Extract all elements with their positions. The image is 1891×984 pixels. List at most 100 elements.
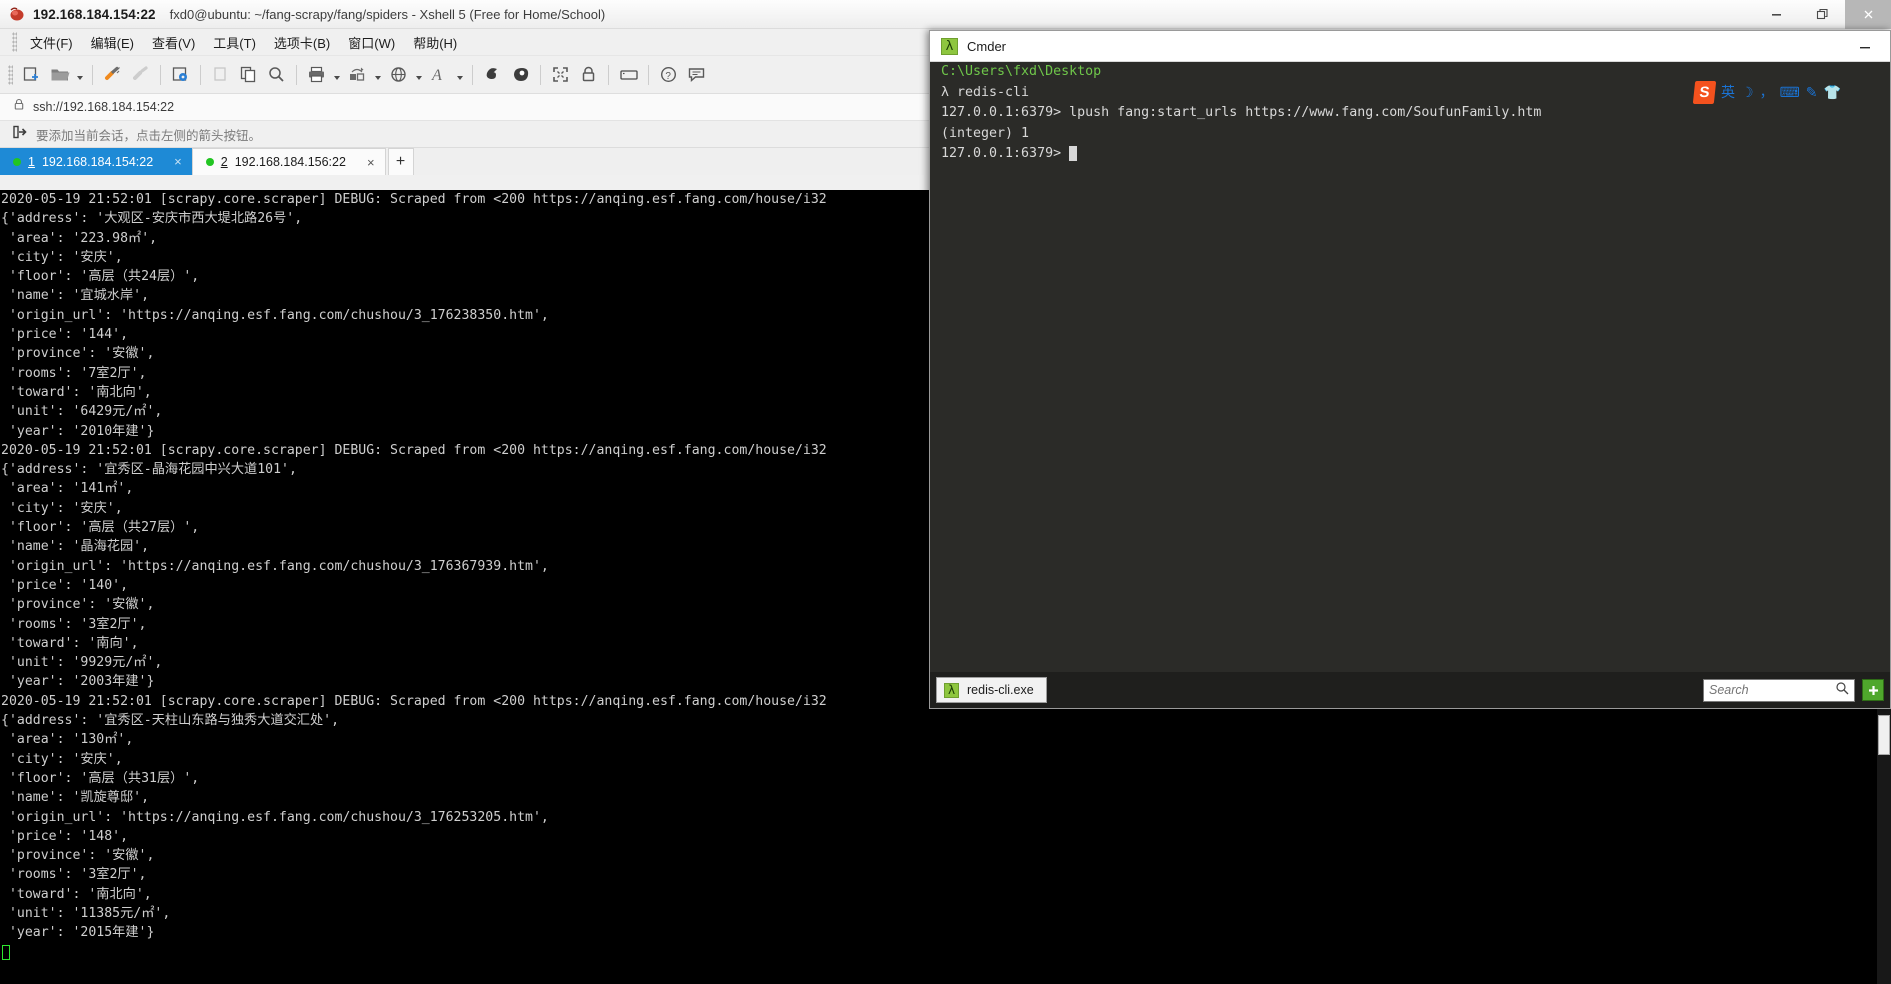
new-session-icon[interactable] [18,61,45,89]
toolbar-separator [296,64,297,85]
menu-tools[interactable]: 工具(T) [204,30,265,55]
cmder-terminal[interactable]: C:\Users\fxd\Desktop λ redis-cli 127.0.0.1… [930,62,1890,672]
font-dropdown-icon[interactable] [454,61,466,89]
terminal-line: 'unit': '11385元/㎡', [1,905,171,921]
svg-text:?: ? [665,71,671,82]
file-transfer-dropdown-icon[interactable] [372,61,384,89]
ime-keyboard-icon[interactable]: ⌨ [1780,84,1800,101]
close-button[interactable] [1845,0,1891,29]
add-session-icon[interactable] [13,125,27,144]
ime-punctuation-icon[interactable]: ， [1760,82,1774,102]
open-folder-dropdown-icon[interactable] [74,61,86,89]
menubar-gripper[interactable] [12,32,17,52]
menu-file[interactable]: 文件(F) [21,30,82,55]
new-tab-button[interactable]: + [387,148,414,175]
print-icon[interactable] [303,61,330,89]
tab-2-number: 2 [220,155,228,169]
ime-handwriting-icon[interactable]: ✎ [1806,84,1818,101]
toolbar-separator [648,64,649,85]
terminal-scrollbar-thumb[interactable] [1878,715,1890,755]
lambda-icon: λ [941,37,958,55]
terminal-prompt-line [0,943,1891,962]
globe-dropdown-icon[interactable] [413,61,425,89]
menu-view[interactable]: 查看(V) [143,30,204,55]
restore-button[interactable] [1799,0,1845,29]
cmder-cursor [1069,146,1078,162]
sidebar-item-tab-2[interactable]: 2 192.168.184.156:22 × [191,148,386,175]
tab-2-close-icon[interactable]: × [353,155,375,170]
tab-1-number: 1 [28,154,35,169]
cmder-title: Cmder [967,38,1007,54]
fullscreen-icon[interactable] [547,61,574,89]
terminal-line: 'price': '148', [1,828,129,844]
search-icon[interactable] [1835,681,1849,700]
cmder-statusbar: λ redis-cli.exe [930,672,1890,708]
sogou-logo-icon[interactable]: S [1692,80,1717,104]
globe-icon[interactable] [385,61,412,89]
cmder-window: λ Cmder C:\Users\fxd\Desktop λ redis-cli 1… [929,30,1891,709]
cmder-titlebar: λ Cmder [930,31,1890,62]
toolbar-separator [540,64,541,85]
sogou-ime-bar[interactable]: S 英 ☽ ， ⌨ ✎ 👕 [1690,79,1845,105]
terminal-line: 'city': '安庆', [1,751,123,767]
terminal-line: {'address': '宜秀区-天柱山东路与独秀大道交汇处', [1,713,340,729]
menu-tabs[interactable]: 选项卡(B) [265,30,339,55]
cmder-line: 127.0.0.1:6379> lpush fang:start_urls ht… [941,105,1542,121]
xshell-titlebar: 192.168.184.154:22 fxd0@ubuntu: ~/fang-s… [0,0,1891,29]
cmder-search-box[interactable] [1703,678,1855,702]
disconnect-icon [127,61,154,89]
lambda-icon: λ [944,682,959,698]
ime-skin-icon[interactable]: 👕 [1824,84,1841,101]
toolbar-separator [92,64,93,85]
menu-help[interactable]: 帮助(H) [404,30,466,55]
cmder-line: 127.0.0.1:6379> [930,144,1890,165]
font-icon[interactable]: A [426,61,453,89]
ime-mode-english[interactable]: 英 [1721,82,1735,102]
toolbar-gripper[interactable] [8,64,13,85]
copy-session-icon [207,61,234,89]
terminal-line: 'rooms': '3室2厅', [1,867,147,883]
tab-1-close-icon[interactable]: × [160,154,182,169]
cmder-tab-label: redis-cli.exe [967,683,1034,697]
file-transfer-icon[interactable] [344,61,371,89]
screen: 192.168.184.154:22 fxd0@ubuntu: ~/fang-s… [0,0,1891,984]
terminal-line: 'area': '130㎡', [1,732,134,748]
find-icon[interactable] [263,61,290,89]
open-folder-icon[interactable] [46,61,73,89]
cmder-new-tab-button[interactable] [1862,679,1884,701]
print-dropdown-icon[interactable] [331,61,343,89]
cmder-line: (integer) 1 [941,125,1030,141]
menu-edit[interactable]: 编辑(E) [82,30,143,55]
xshell-icon [9,6,26,23]
tab-status-dot-icon [205,158,214,166]
ime-moon-icon[interactable]: ☽ [1741,84,1754,101]
highlight-icon[interactable] [507,61,534,89]
menu-window[interactable]: 窗口(W) [339,30,404,55]
toolbar-separator [160,64,161,85]
paste-icon[interactable] [235,61,262,89]
lock-icon[interactable] [575,61,602,89]
address-input[interactable]: ssh://192.168.184.154:22 [33,100,174,114]
cmder-output: C:\Users\fxd\Desktop λ redis-cli 127.0.0.1… [930,62,1890,165]
xshell-title-ip: 192.168.184.154:22 [33,6,156,22]
connect-icon[interactable] [99,61,126,89]
terminal-line: 'name': '凯旋尊邸', [1,790,150,806]
help-icon[interactable]: ? [655,61,682,89]
terminal-line: 'floor': '高层（共31层）', [1,770,200,786]
feedback-icon[interactable] [683,61,710,89]
terminal-line: 'province': '安徽', [1,848,155,864]
session-properties-icon[interactable] [167,61,194,89]
svg-text:A: A [431,67,442,84]
cmder-tab-redis-cli[interactable]: λ redis-cli.exe [936,677,1047,703]
lock-icon [13,98,25,116]
toolbar-separator [472,64,473,85]
sidebar-item-tab-1[interactable]: 1 192.168.184.154:22 × [0,148,192,175]
xshell-window-controls [1753,0,1891,29]
minimize-button[interactable] [1753,0,1799,29]
search-input[interactable] [1709,683,1831,697]
cmder-minimize-button[interactable] [1852,31,1878,62]
toolbar-separator [200,64,201,85]
keyboard-icon[interactable] [615,61,642,89]
terminal-line: 'toward': '南北向', [1,886,152,902]
log-icon[interactable] [479,61,506,89]
